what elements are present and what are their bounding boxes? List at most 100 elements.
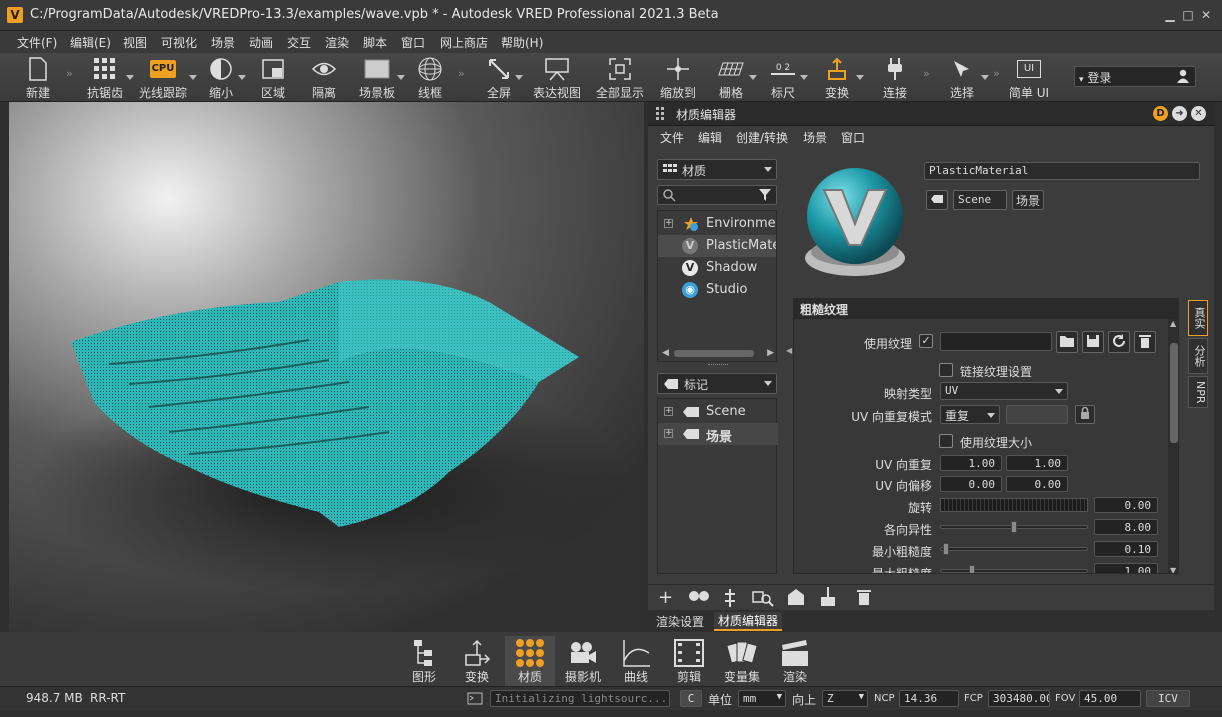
ruler-button[interactable]: 0 2 标尺 [766, 55, 808, 101]
rotation-field[interactable]: 0.00 [1094, 497, 1158, 513]
show-all-button[interactable]: 全部显示 [595, 55, 645, 101]
use-texture-size-checkbox[interactable] [939, 434, 953, 448]
me-menu-create[interactable]: 创建/转换 [736, 129, 788, 146]
delete-texture-button[interactable] [1134, 331, 1156, 353]
materials-search-input[interactable] [657, 185, 777, 205]
clip-module-button[interactable]: 剪辑 [664, 636, 714, 686]
assign-material-icon[interactable] [786, 588, 806, 609]
chevron-down-icon[interactable] [189, 75, 197, 80]
scene-plate-button[interactable]: 场景板 [357, 55, 405, 101]
menu-animation[interactable]: 动画 [249, 34, 273, 51]
tab-material-editor[interactable]: 材质编辑器 [714, 612, 783, 631]
tree-horizontal-scrollbar[interactable]: ◀ ▶ [662, 347, 774, 359]
menu-interaction[interactable]: 交互 [287, 34, 311, 51]
me-menu-file[interactable]: 文件 [660, 129, 684, 146]
max-roughness-field[interactable]: 1.00 [1094, 563, 1158, 573]
material-module-button[interactable]: 材质 [505, 636, 555, 686]
menu-file[interactable]: 文件(F) [17, 34, 57, 51]
filter-icon[interactable] [758, 188, 772, 205]
menu-visualization[interactable]: 可视化 [161, 34, 197, 51]
presenter-view-button[interactable]: 表达视图 [532, 55, 582, 101]
minimize-window-button[interactable]: ▁ [1162, 8, 1178, 22]
trash-icon[interactable] [856, 588, 872, 609]
save-texture-button[interactable] [1082, 331, 1104, 353]
open-folder-button[interactable] [1056, 331, 1078, 353]
chevron-down-icon[interactable] [856, 75, 864, 80]
region-button[interactable]: 区域 [257, 55, 289, 101]
grip-icon[interactable] [656, 107, 668, 124]
menu-edit[interactable]: 编辑(E) [70, 34, 111, 51]
scroll-down-icon[interactable]: ▼ [1170, 566, 1176, 573]
expand-icon[interactable]: + [664, 407, 673, 416]
new-button[interactable]: 新建 [22, 55, 54, 101]
me-menu-window[interactable]: 窗口 [841, 129, 865, 146]
fov-field[interactable]: 45.00 [1079, 690, 1141, 707]
fcp-field[interactable]: 303480.00 [988, 690, 1050, 707]
chevron-down-icon[interactable] [981, 75, 989, 80]
raytrace-button[interactable]: CPU 光线跟踪 [137, 55, 197, 101]
slider-knob[interactable] [969, 565, 975, 573]
menu-view[interactable]: 视图 [123, 34, 147, 51]
mapping-type-select[interactable]: UV [940, 382, 1068, 400]
transform-button[interactable]: 变换 [818, 55, 864, 101]
close-icon[interactable]: ✕ [1191, 106, 1206, 121]
up-axis-select[interactable]: Z ▼ [822, 690, 868, 707]
uv-repeat-mode-select[interactable]: 重复 [940, 405, 1000, 424]
transform-module-button[interactable]: 变换 [452, 636, 502, 686]
render-viewport[interactable] [9, 102, 644, 632]
min-roughness-field[interactable]: 0.10 [1094, 541, 1158, 557]
chevron-down-icon[interactable] [397, 75, 405, 80]
tab-analytic[interactable]: 分析 [1188, 338, 1208, 374]
tab-npr[interactable]: NPR [1188, 376, 1208, 408]
tree-item-plasticmaterial[interactable]: V PlasticMaterial [658, 235, 776, 257]
scrollbar-thumb[interactable] [1170, 343, 1178, 443]
chevron-down-icon[interactable] [238, 75, 246, 80]
uv-offset-v-field[interactable]: 0.00 [1006, 476, 1068, 492]
render-module-button[interactable]: 渲染 [770, 636, 820, 686]
tab-render-settings[interactable]: 渲染设置 [656, 613, 704, 630]
minimize-button[interactable]: 缩小 [204, 55, 246, 101]
menu-script[interactable]: 脚本 [363, 34, 387, 51]
reload-texture-button[interactable] [1108, 331, 1130, 353]
chevron-down-icon[interactable] [800, 75, 808, 80]
me-menu-edit[interactable]: 编辑 [698, 129, 722, 146]
use-texture-checkbox[interactable]: ✓ [919, 334, 933, 348]
scroll-right-icon[interactable]: ▶ [767, 348, 774, 358]
menu-help[interactable]: 帮助(H) [501, 34, 543, 51]
collapse-left-icon[interactable]: ◀ [786, 346, 792, 355]
me-menu-scene[interactable]: 场景 [803, 129, 827, 146]
tree-item-shadow[interactable]: V Shadow [658, 257, 776, 279]
slider-knob[interactable] [1011, 521, 1017, 533]
tag-chip-scene[interactable]: Scene [953, 190, 1007, 210]
dock-icon[interactable]: D [1153, 106, 1168, 121]
tag-item-scene[interactable]: + Scene [658, 401, 778, 423]
grid-button[interactable]: 栅格 [713, 55, 757, 101]
materials-combo[interactable]: 材质 [657, 159, 777, 180]
uv-offset-u-field[interactable]: 0.00 [940, 476, 1002, 492]
tab-realistic[interactable]: 真实 [1188, 300, 1208, 336]
isolate-button[interactable]: 隔离 [307, 55, 341, 101]
curve-module-button[interactable]: 曲线 [611, 636, 661, 686]
tag-item-scene-cn[interactable]: + 场景 [658, 423, 778, 445]
login-dropdown[interactable]: ▾ 登录 [1074, 66, 1196, 87]
link-texture-checkbox[interactable] [939, 363, 953, 377]
tree-item-environment[interactable]: + Environment [658, 213, 776, 235]
connect-button[interactable]: 连接 [878, 55, 912, 101]
expand-icon[interactable]: + [664, 219, 673, 228]
select-button[interactable]: 选择 [943, 55, 989, 101]
zoom-to-button[interactable]: 缩放到 [656, 55, 700, 101]
simple-ui-button[interactable]: UI 简单 UI [1006, 55, 1052, 101]
tree-item-studio[interactable]: ◉ Studio [658, 279, 776, 301]
add-icon[interactable]: + [658, 587, 673, 608]
max-roughness-slider[interactable] [940, 565, 1088, 573]
ncp-field[interactable]: 14.36 [899, 690, 959, 707]
tag-chip-scene-cn[interactable]: 场景 [1012, 190, 1044, 210]
maximize-window-button[interactable]: □ [1180, 8, 1196, 22]
graph-button[interactable]: 图形 [399, 636, 449, 686]
terminal-icon[interactable] [467, 692, 483, 708]
texture-path-field[interactable] [940, 332, 1052, 351]
duplicate-icon[interactable] [688, 589, 710, 606]
find-material-icon[interactable] [752, 589, 774, 610]
icv-button[interactable]: ICV [1146, 690, 1190, 707]
uv-repeat-u-field[interactable]: 1.00 [940, 455, 1002, 471]
